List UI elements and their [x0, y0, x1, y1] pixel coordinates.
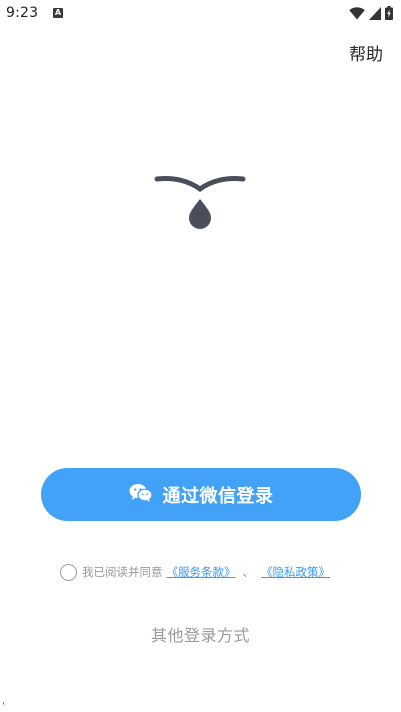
notification-icon: A — [53, 8, 63, 18]
status-time: 9:23 — [6, 5, 39, 21]
status-icons — [349, 6, 393, 20]
wifi-icon — [349, 6, 365, 20]
privacy-policy-link[interactable]: 《隐私政策》 — [261, 564, 330, 580]
help-button[interactable]: 帮助 — [349, 40, 383, 65]
wechat-icon — [129, 483, 153, 507]
login-screen: 9:23 A 帮助 通过微信登录 我已阅读并同意 《服务条款》 、 《隐私政策》… — [0, 0, 401, 712]
signal-icon — [369, 6, 381, 20]
other-login-methods-link[interactable]: 其他登录方式 — [0, 622, 401, 646]
corner-mark: ' — [2, 701, 5, 712]
agreement-checkbox[interactable] — [60, 563, 77, 581]
status-bar: 9:23 A — [0, 0, 401, 26]
terms-of-service-link[interactable]: 《服务条款》 — [167, 564, 236, 580]
agreement-separator: 、 — [242, 565, 255, 579]
drip-logo-icon — [154, 172, 246, 230]
battery-charging-icon — [385, 6, 393, 20]
agreement-row: 我已阅读并同意 《服务条款》 、 《隐私政策》 — [60, 563, 334, 581]
agreement-prefix: 我已阅读并同意 — [82, 565, 163, 579]
wechat-login-label: 通过微信登录 — [162, 485, 274, 507]
wechat-login-button[interactable]: 通过微信登录 — [41, 468, 361, 521]
